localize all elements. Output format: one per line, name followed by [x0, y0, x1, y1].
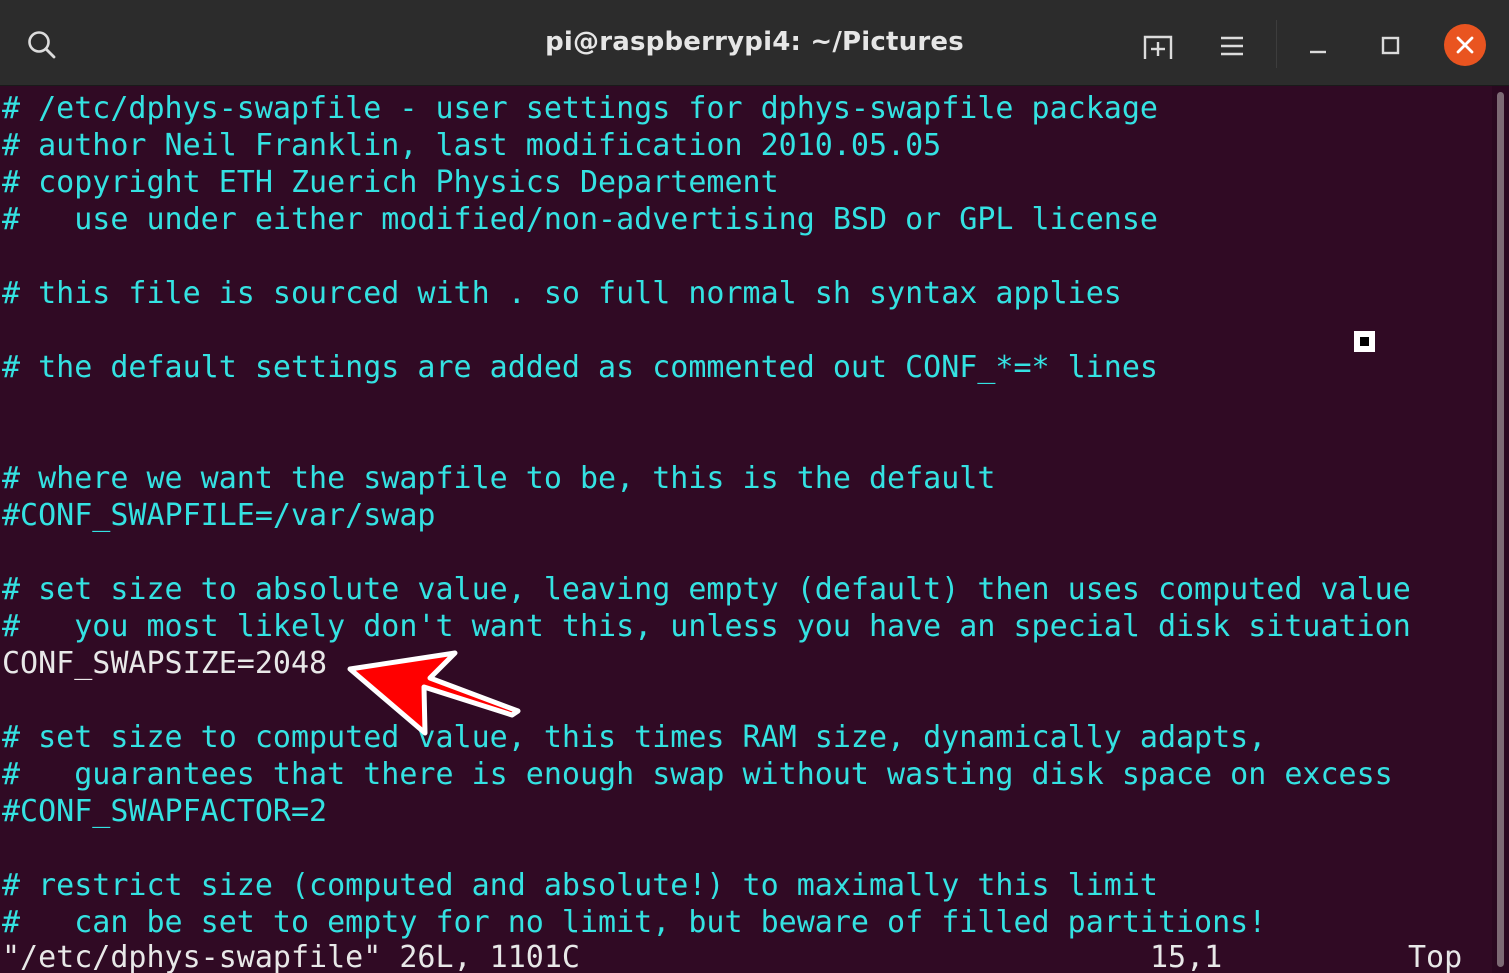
- editor-line: #CONF_SWAPFACTOR=2: [2, 794, 328, 829]
- editor-line: # set size to absolute value, leaving em…: [2, 572, 1411, 607]
- red-arrow-annotation-icon: [347, 650, 521, 736]
- editor-line: # the default settings are added as comm…: [2, 350, 1158, 385]
- editor-line: # copyright ETH Zuerich Physics Departem…: [2, 165, 779, 200]
- editor-line: # use under either modified/non-advertis…: [2, 202, 1158, 237]
- scrollbar-thumb[interactable]: [1497, 92, 1504, 967]
- title-bar: pi@raspberrypi4: ~/Pictures: [0, 0, 1509, 86]
- mouse-cursor-icon: [1354, 331, 1375, 352]
- editor-line: # can be set to empty for no limit, but …: [2, 905, 1267, 940]
- hamburger-menu-icon: [1221, 36, 1243, 56]
- window-title: pi@raspberrypi4: ~/Pictures: [545, 27, 964, 57]
- terminal-window: pi@raspberrypi4: ~/Pictures # /etc/dphys…: [0, 0, 1509, 973]
- editor-line: # you most likely don't want this, unles…: [2, 609, 1411, 644]
- maximize-icon: [1381, 36, 1400, 55]
- editor-line: # where we want the swapfile to be, this…: [2, 461, 996, 496]
- scrollbar[interactable]: [1492, 86, 1509, 973]
- titlebar-separator: [1276, 20, 1277, 68]
- editor-line: # author Neil Franklin, last modificatio…: [2, 128, 942, 163]
- editor-line: # guarantees that there is enough swap w…: [2, 757, 1393, 792]
- status-scroll-position: Top: [1408, 940, 1463, 973]
- editor-line: #CONF_SWAPFILE=/var/swap: [2, 498, 436, 533]
- editor-line: # set size to computed value, this times…: [2, 720, 1267, 755]
- terminal-content[interactable]: # /etc/dphys-swapfile - user settings fo…: [0, 86, 1492, 973]
- menu-button[interactable]: [1210, 26, 1254, 66]
- new-tab-icon: [1143, 35, 1173, 59]
- close-icon: [1456, 36, 1474, 54]
- minimize-button[interactable]: [1298, 26, 1338, 66]
- status-cursor-position: 15,1: [1150, 940, 1223, 973]
- editor-line: # /etc/dphys-swapfile - user settings fo…: [2, 91, 1158, 126]
- vim-status-line: "/etc/dphys-swapfile" 26L, 1101C 15,1 To…: [0, 938, 1492, 973]
- status-file-info: "/etc/dphys-swapfile" 26L, 1101C: [2, 940, 580, 973]
- editor-line-swapsize: CONF_SWAPSIZE=2048: [2, 646, 328, 681]
- new-tab-button[interactable]: [1136, 26, 1180, 66]
- editor-line: # this file is sourced with . so full no…: [2, 276, 1122, 311]
- maximize-button[interactable]: [1371, 26, 1411, 66]
- minimize-icon: [1310, 50, 1326, 54]
- close-button[interactable]: [1444, 24, 1486, 66]
- editor-line: # restrict size (computed and absolute!)…: [2, 868, 1158, 903]
